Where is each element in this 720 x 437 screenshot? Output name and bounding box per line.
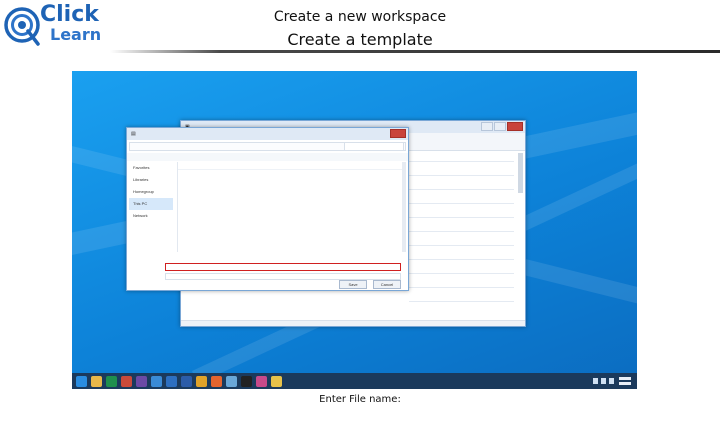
taskbar — [72, 373, 637, 389]
save-button[interactable]: Save — [339, 280, 367, 289]
instruction-caption: Enter File name: — [319, 394, 401, 405]
save-as-type-select[interactable] — [165, 273, 401, 280]
desktop-screenshot: ▣ ▤ — [72, 71, 637, 389]
tray-icons — [593, 377, 631, 385]
close-icon[interactable] — [507, 122, 523, 131]
explorer-icon[interactable] — [91, 375, 102, 387]
page-title: Create a new workspace — [273, 9, 447, 25]
search-input[interactable] — [344, 142, 404, 151]
nav-item-libraries[interactable]: Libraries — [129, 174, 173, 186]
excel-icon[interactable] — [106, 375, 117, 387]
workspace-statusbar — [181, 320, 525, 326]
start-icon[interactable] — [76, 375, 87, 387]
file-name-input[interactable]: A — [165, 263, 401, 278]
page-subtitle: Create a template — [287, 30, 433, 49]
system-tray[interactable] — [593, 375, 633, 389]
firefox-icon[interactable] — [211, 375, 222, 387]
nav-item-network[interactable]: Network — [129, 210, 173, 222]
nav-item-favorites[interactable]: Favorites — [129, 162, 173, 174]
path-column — [409, 153, 514, 313]
save-as-dialog[interactable]: ▤ Favorites Libraries Homegroup This PC … — [126, 127, 409, 291]
word-icon[interactable] — [181, 375, 192, 387]
slide: Click Learn Create a new workspace Creat… — [0, 0, 720, 437]
nav-item-this-pc[interactable]: This PC — [129, 198, 173, 210]
folder-icon[interactable] — [271, 375, 282, 387]
dialog-close-icon[interactable] — [390, 129, 406, 138]
vs-icon[interactable] — [136, 375, 147, 387]
maximize-icon[interactable] — [494, 122, 506, 131]
sql-icon[interactable] — [121, 375, 132, 387]
minimize-icon[interactable] — [481, 122, 493, 131]
hide-folders-toggle[interactable] — [131, 280, 161, 288]
outlook-icon[interactable] — [166, 375, 177, 387]
navigation-pane: Favorites Libraries Homegroup This PC Ne… — [129, 162, 173, 252]
folder-save-icon: ▤ — [131, 131, 136, 137]
notepad-icon[interactable] — [226, 375, 237, 387]
terminal-icon[interactable] — [241, 375, 252, 387]
file-list[interactable] — [177, 162, 402, 252]
header-divider — [110, 50, 720, 53]
chrome-icon[interactable] — [196, 375, 207, 387]
workspace-scrollbar[interactable] — [518, 153, 523, 193]
dialog-scrollbar[interactable] — [402, 162, 406, 252]
nav-item-homegroup[interactable]: Homegroup — [129, 186, 173, 198]
ie-icon[interactable] — [151, 375, 162, 387]
save-dialog-titlebar[interactable]: ▤ — [127, 128, 408, 140]
cancel-button[interactable]: Cancel — [373, 280, 401, 289]
dialog-command-bar — [127, 153, 408, 161]
paint-icon[interactable] — [256, 375, 267, 387]
file-list-header — [178, 162, 402, 170]
